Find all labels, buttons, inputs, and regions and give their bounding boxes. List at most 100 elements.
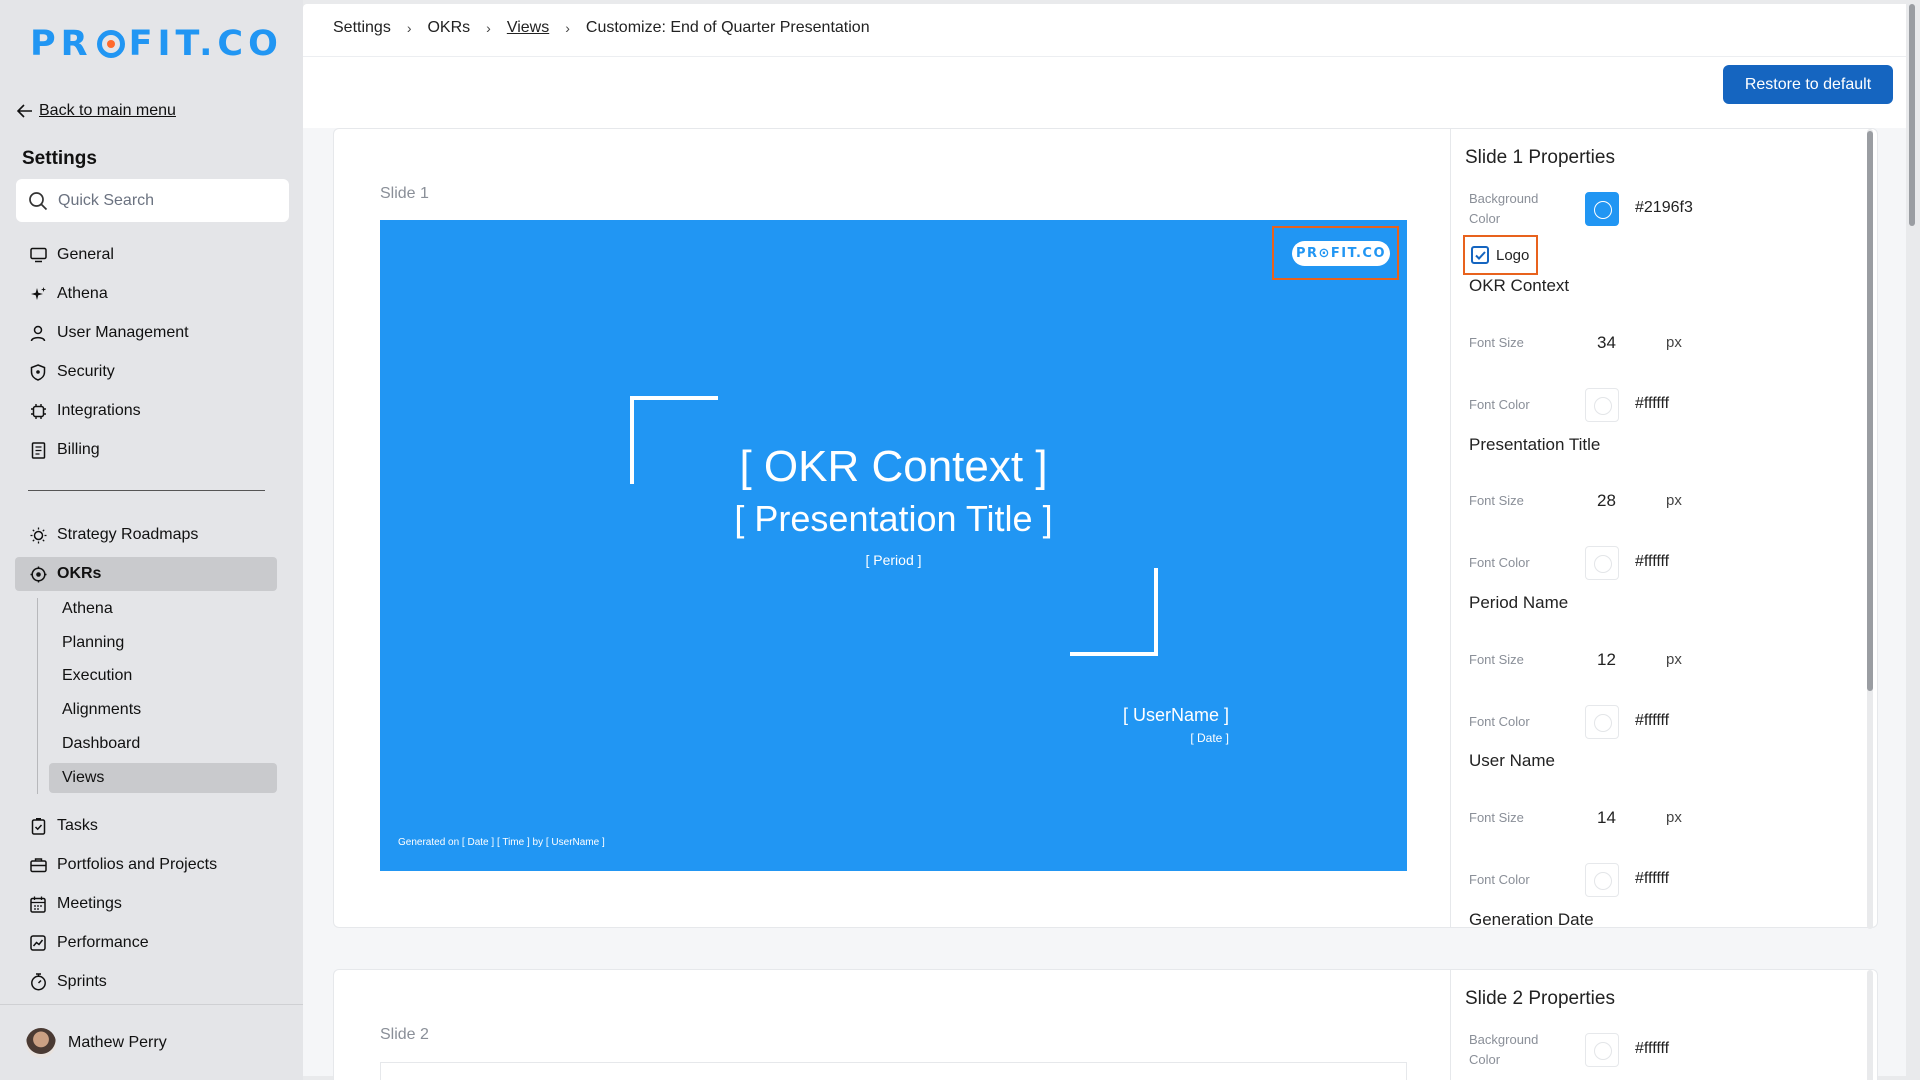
- background-color-value[interactable]: #2196f3: [1635, 199, 1693, 217]
- okr-context-section: OKR Context: [1469, 276, 1570, 295]
- clipboard-check-icon: [29, 817, 47, 835]
- briefcase-icon: [29, 856, 47, 874]
- sidebar-item-user-management[interactable]: User Management: [15, 316, 277, 350]
- logo-checkbox-highlight[interactable]: Logo: [1463, 235, 1538, 275]
- breadcrumb-views[interactable]: Views: [507, 19, 549, 37]
- presentation-title-font-size[interactable]: 28: [1597, 491, 1616, 511]
- user-name-font-color[interactable]: #ffffff: [1635, 870, 1669, 888]
- presentation-title-color-swatch[interactable]: [1585, 546, 1619, 580]
- sidebar-item-performance[interactable]: Performance: [15, 926, 277, 960]
- sidebar-item-label: Integrations: [57, 402, 141, 419]
- user-name-color-swatch[interactable]: [1585, 863, 1619, 897]
- chip-icon: [29, 402, 47, 420]
- okr-subitem-views[interactable]: Views: [49, 763, 277, 793]
- breadcrumb-current: Customize: End of Quarter Presentation: [585, 19, 870, 36]
- sidebar-item-label: Meetings: [57, 895, 122, 912]
- logo-checkbox-label: Logo: [1496, 246, 1530, 264]
- generation-date-clip: Generation Date: [1451, 905, 1861, 927]
- font-color-label: Font Color: [1469, 714, 1530, 729]
- font-color-label: Font Color: [1469, 555, 1530, 570]
- restore-to-default-button[interactable]: Restore to default: [1723, 65, 1893, 104]
- quick-search[interactable]: [16, 179, 289, 222]
- search-input[interactable]: [58, 191, 278, 210]
- slide-period: [ Period ]: [865, 552, 922, 568]
- sidebar-item-label: Billing: [57, 441, 100, 458]
- sidebar-item-label: Athena: [57, 285, 108, 302]
- background-color-swatch[interactable]: [1585, 192, 1619, 226]
- sidebar-item-tasks[interactable]: Tasks: [15, 809, 277, 843]
- sidebar-item-sprints[interactable]: Sprints: [15, 965, 277, 999]
- slide-1-preview[interactable]: PR⊙FIT.CO [ OKR Context ] [ Presentation…: [380, 220, 1407, 871]
- font-color-label: Font Color: [1469, 397, 1530, 412]
- slide-1-properties-heading: Slide 1 Properties: [1465, 147, 1615, 168]
- sidebar-item-general[interactable]: General: [15, 238, 277, 272]
- okr-context-font-color[interactable]: #ffffff: [1635, 395, 1669, 413]
- sidebar-item-label: Security: [57, 363, 115, 380]
- sidebar-item-athena[interactable]: Athena: [15, 277, 277, 311]
- okr-subitem-execution[interactable]: Execution: [49, 661, 277, 691]
- sidebar-item-meetings[interactable]: Meetings: [15, 887, 277, 921]
- px-unit: px: [1666, 809, 1682, 826]
- okr-context-font-size[interactable]: 34: [1597, 333, 1616, 353]
- period-name-font-color[interactable]: #ffffff: [1635, 712, 1669, 730]
- sidebar-divider: [28, 490, 265, 491]
- profit-co-logo[interactable]: PR FIT.CO: [30, 24, 283, 64]
- back-link-label: Back to main menu: [39, 102, 176, 119]
- sidebar-item-integrations[interactable]: Integrations: [15, 394, 277, 428]
- user-name-font-size[interactable]: 14: [1597, 808, 1616, 828]
- stopwatch-icon: [29, 973, 47, 991]
- chevron-right-icon: ›: [406, 20, 412, 36]
- px-unit: px: [1666, 334, 1682, 351]
- px-unit: px: [1666, 651, 1682, 668]
- slide-2-background-value[interactable]: #ffffff: [1635, 1040, 1669, 1058]
- slide-presentation-title: [ Presentation Title ]: [734, 498, 1053, 539]
- sidebar: PR FIT.CO Back to main menu Settings Gene…: [0, 0, 303, 1080]
- slide-2-preview[interactable]: [380, 1062, 1407, 1080]
- sidebar-item-strategy-roadmaps[interactable]: Strategy Roadmaps: [15, 518, 277, 552]
- sidebar-item-label: Tasks: [57, 817, 98, 834]
- user-profile[interactable]: Mathew Perry: [0, 1004, 303, 1080]
- logo-checkbox[interactable]: [1471, 246, 1489, 264]
- okr-context-color-swatch[interactable]: [1585, 388, 1619, 422]
- back-to-main-menu-link[interactable]: Back to main menu: [17, 102, 176, 120]
- sparkle-icon: [29, 285, 47, 303]
- properties-scrollbar-thumb[interactable]: [1867, 131, 1873, 691]
- header-divider: [303, 56, 1906, 57]
- logo-text-right: FIT.CO: [128, 24, 283, 64]
- period-name-color-swatch[interactable]: [1585, 705, 1619, 739]
- page-scrollbar-thumb[interactable]: [1909, 4, 1915, 226]
- slide-okr-context: [ OKR Context ]: [739, 442, 1048, 491]
- okr-subitem-alignments[interactable]: Alignments: [49, 695, 277, 725]
- font-size-label: Font Size: [1469, 335, 1524, 350]
- sidebar-item-okrs[interactable]: OKRs: [15, 557, 277, 591]
- search-icon: [29, 191, 48, 210]
- shield-icon: [29, 363, 47, 381]
- bulb-icon: [29, 526, 47, 544]
- slide-2-background-swatch[interactable]: [1585, 1033, 1619, 1067]
- period-name-section: Period Name: [1469, 593, 1569, 612]
- okr-subitem-dashboard[interactable]: Dashboard: [49, 729, 277, 759]
- slide-2-card: Slide 2 Slide 2 Properties Background Co…: [333, 969, 1878, 1080]
- bracket-bottom-right: [1070, 568, 1158, 656]
- sidebar-item-billing[interactable]: Billing: [15, 433, 277, 467]
- okr-subitem-athena[interactable]: Athena: [49, 594, 277, 624]
- user-icon: [29, 324, 47, 342]
- presentation-title-font-color[interactable]: #ffffff: [1635, 553, 1669, 571]
- sidebar-item-label: Performance: [57, 934, 149, 951]
- breadcrumb-okrs[interactable]: OKRs: [427, 19, 470, 37]
- sidebar-item-portfolios-projects[interactable]: Portfolios and Projects: [15, 848, 277, 882]
- font-size-label: Font Size: [1469, 810, 1524, 825]
- sidebar-item-security[interactable]: Security: [15, 355, 277, 389]
- breadcrumb-settings[interactable]: Settings: [333, 19, 391, 37]
- okr-submenu-line: [37, 598, 38, 794]
- sidebar-item-label: Strategy Roadmaps: [57, 526, 199, 543]
- slide-logo: PR⊙FIT.CO: [1292, 241, 1390, 266]
- font-size-label: Font Size: [1469, 652, 1524, 667]
- sidebar-item-label: User Management: [57, 324, 189, 341]
- user-name-section: User Name: [1469, 751, 1555, 770]
- slide-username: [ UserName ]: [1122, 705, 1229, 725]
- px-unit: px: [1666, 492, 1682, 509]
- period-name-font-size[interactable]: 12: [1597, 650, 1616, 670]
- properties-scrollbar[interactable]: [1867, 970, 1873, 1080]
- okr-subitem-planning[interactable]: Planning: [49, 628, 277, 658]
